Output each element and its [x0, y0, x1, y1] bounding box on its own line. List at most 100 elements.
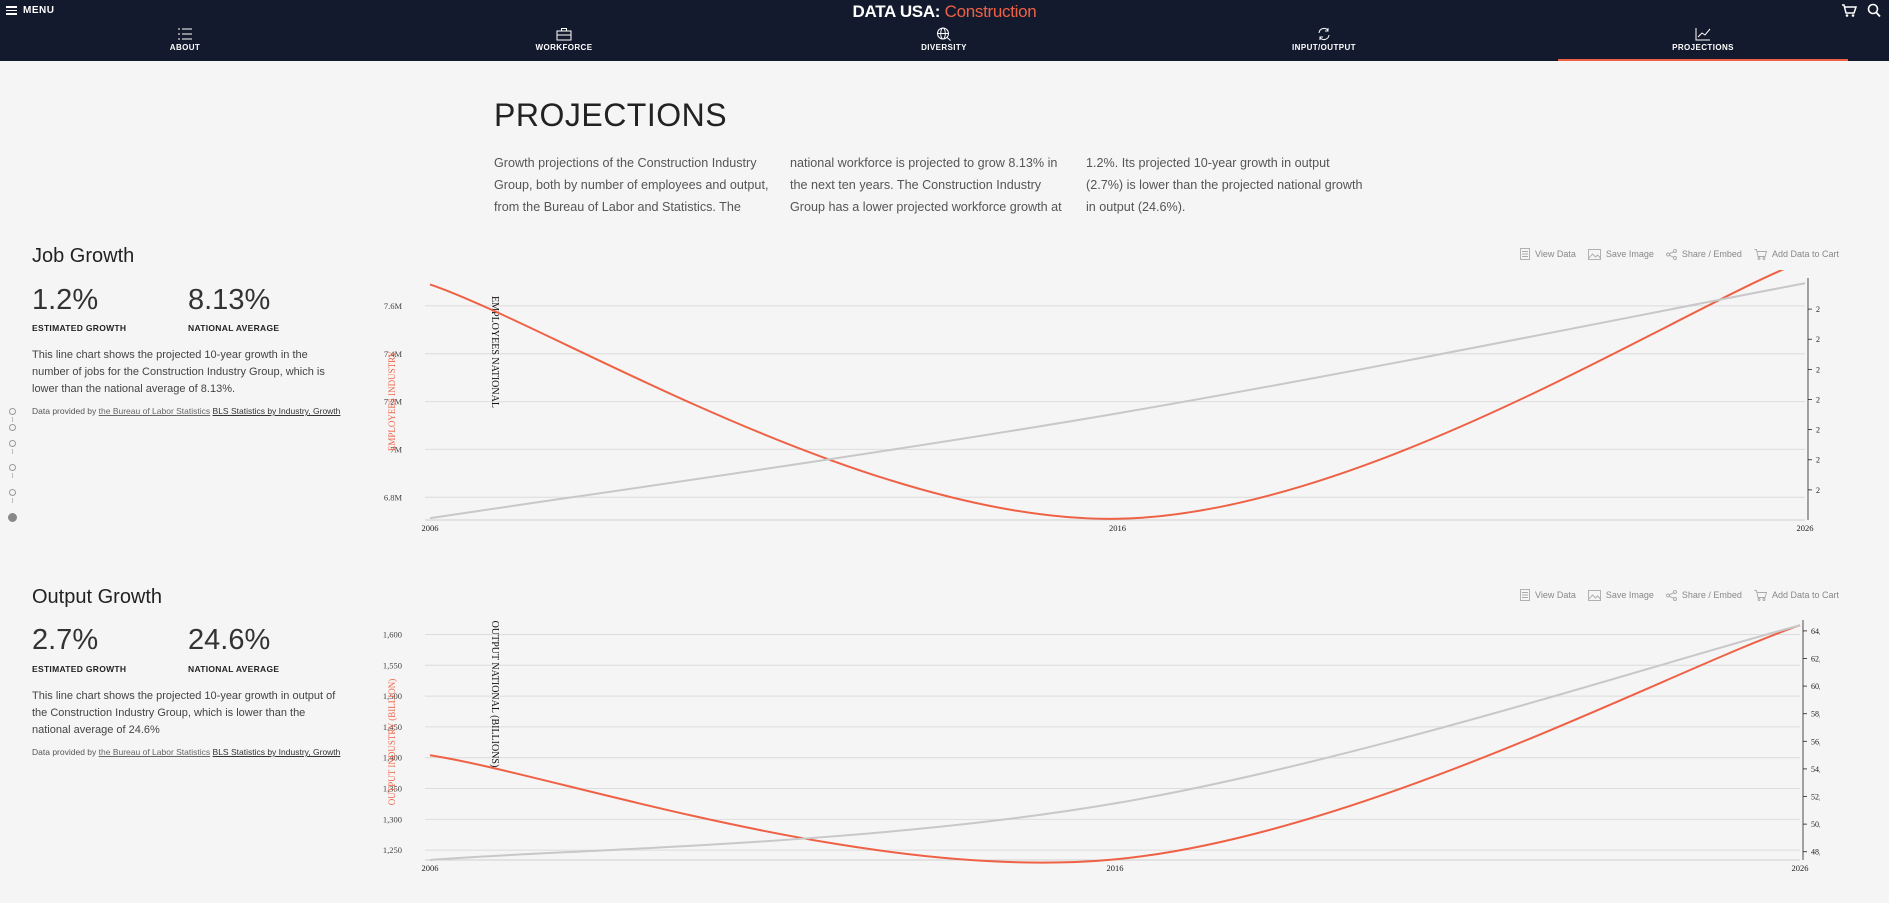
list-icon: [178, 28, 192, 40]
y-right-tick-label: 60,000: [1811, 682, 1820, 691]
share-embed-button[interactable]: Share / Embed: [1665, 248, 1742, 260]
tab-about-label: ABOUT: [169, 43, 201, 52]
tab-diversity[interactable]: DIVERSITY: [799, 26, 1089, 61]
source-prefix: Data provided by: [32, 747, 97, 757]
menu-label: MENU: [23, 5, 55, 16]
y-right-tick-label: 275M: [1816, 335, 1820, 344]
save-image-label: Save Image: [1605, 249, 1654, 259]
tab-workforce-label: WORKFORCE: [535, 43, 593, 52]
view-data-button[interactable]: View Data: [1520, 248, 1576, 260]
y-right-tick-label: 52,000: [1811, 793, 1820, 802]
x-tick-label: 2026: [1792, 863, 1809, 873]
dot-divider: [12, 498, 13, 503]
y-left-tick-label: 1,300: [383, 814, 402, 824]
share-embed-label: Share / Embed: [1681, 590, 1742, 600]
briefcase-icon: [556, 28, 572, 41]
y-right-tick-label: 54,000: [1811, 765, 1820, 774]
cart-add-icon: [1754, 249, 1767, 260]
tab-workforce[interactable]: WORKFORCE: [419, 26, 709, 61]
y-left-tick-label: 1,600: [383, 629, 402, 639]
view-data-button[interactable]: View Data: [1520, 589, 1576, 601]
source-org-link[interactable]: the Bureau of Labor Statistics: [99, 406, 211, 416]
section-dot-input-output[interactable]: [9, 464, 16, 471]
add-to-cart-button[interactable]: Add Data to Cart: [1754, 589, 1839, 601]
source-prefix: Data provided by: [32, 406, 97, 416]
y-right-tick-label: 62,000: [1811, 655, 1820, 664]
y-left-axis-title: EMPLOYEES INDUSTRY: [387, 350, 397, 451]
job-growth-description: This line chart shows the projected 10-y…: [32, 349, 325, 395]
share-embed-button[interactable]: Share / Embed: [1665, 589, 1742, 601]
save-image-button[interactable]: Save Image: [1587, 248, 1654, 260]
job-growth-title: Job Growth: [32, 245, 135, 267]
y-right-tick-label: 270M: [1816, 365, 1820, 374]
y-right-tick-label: 260M: [1816, 426, 1820, 435]
section-dot-projections[interactable]: [8, 513, 17, 522]
source-dataset-link[interactable]: BLS Statistics by Industry, Growth: [213, 747, 341, 757]
share-icon: [1665, 589, 1677, 601]
y-right-tick-label: 58,000: [1811, 710, 1820, 719]
output-growth-title: Output Growth: [32, 586, 163, 608]
series-line-industry: [429, 624, 1801, 864]
job-growth-toolbar: View Data Save Image Share / Embed Add D…: [1520, 248, 1839, 260]
x-tick-label: 2016: [1107, 863, 1124, 873]
menu-button[interactable]: MENU: [6, 5, 54, 16]
tab-about[interactable]: ABOUT: [40, 26, 330, 61]
y-left-tick-label: 6.8M: [384, 492, 403, 502]
share-embed-label: Share / Embed: [1681, 249, 1742, 259]
job-growth-estimated-label: ESTIMATED GROWTH: [32, 323, 127, 333]
hamburger-icon: [6, 6, 17, 15]
series-line-national: [429, 282, 1806, 520]
y-right-tick-label: 265M: [1816, 395, 1820, 404]
dot-divider: [12, 473, 13, 478]
search-icon[interactable]: [1867, 3, 1881, 18]
source-dataset-link[interactable]: BLS Statistics by Industry, Growth: [213, 406, 341, 416]
section-dot-diversity[interactable]: [9, 440, 16, 447]
brand-main: DATA USA:: [852, 2, 941, 21]
output-growth-estimated-value: 2.7%: [32, 624, 99, 656]
y-right-tick-label: 56,000: [1811, 737, 1820, 746]
source-org-link[interactable]: the Bureau of Labor Statistics: [99, 747, 211, 757]
job-growth-estimated-value: 1.2%: [32, 284, 99, 316]
y-right-tick-label: 48,000: [1811, 848, 1820, 857]
series-line-national: [429, 624, 1801, 861]
add-to-cart-button[interactable]: Add Data to Cart: [1754, 248, 1839, 260]
add-to-cart-label: Add Data to Cart: [1771, 590, 1839, 600]
output-growth-national-value: 24.6%: [188, 624, 271, 656]
job-growth-chart: 6.8M7M7.2M7.4M7.6M250M255M260M265M270M27…: [384, 270, 1820, 533]
add-to-cart-label: Add Data to Cart: [1771, 249, 1839, 259]
output-growth-chart: 1,2501,3001,3501,4001,4501,5001,5501,600…: [383, 620, 1820, 873]
section-tabs: ABOUT WORKFORCE DIVERSITY INPUT/OUTPUT P…: [0, 26, 1889, 61]
line-chart-icon: [1695, 28, 1711, 41]
tab-projections-label: PROJECTIONS: [1672, 43, 1734, 52]
output-growth-estimated-label: ESTIMATED GROWTH: [32, 664, 127, 674]
tab-diversity-label: DIVERSITY: [921, 43, 967, 52]
share-icon: [1665, 248, 1677, 260]
y-right-tick-label: 64,000: [1811, 627, 1820, 636]
y-right-tick-label: 280M: [1816, 305, 1820, 314]
document-icon: [1520, 589, 1530, 601]
cycle-arrows-icon: [1318, 27, 1330, 41]
cart-add-icon: [1754, 590, 1767, 601]
top-navigation-bar: MENU DATA USA: Construction ABOUT WORKFO…: [0, 0, 1889, 61]
output-growth-description: This line chart shows the projected 10-y…: [32, 690, 336, 736]
section-dot-workforce[interactable]: [9, 424, 16, 431]
dot-divider: [12, 417, 13, 422]
section-dot-about[interactable]: [9, 408, 16, 415]
save-image-button[interactable]: Save Image: [1587, 589, 1654, 601]
tab-input-output[interactable]: INPUT/OUTPUT: [1179, 26, 1469, 61]
section-dot-employment[interactable]: [9, 489, 16, 496]
output-growth-national-label: NATIONAL AVERAGE: [188, 664, 280, 674]
job-growth-national-value: 8.13%: [188, 284, 271, 316]
y-right-tick-label: 255M: [1816, 456, 1820, 465]
view-data-label: View Data: [1535, 590, 1576, 600]
tab-projections[interactable]: PROJECTIONS: [1558, 26, 1848, 61]
y-left-tick-label: 7.6M: [384, 301, 403, 311]
y-right-tick-label: 50,000: [1811, 820, 1820, 829]
cart-icon[interactable]: [1841, 3, 1857, 18]
series-line-industry: [429, 270, 1785, 520]
image-icon: [1587, 248, 1601, 260]
y-left-axis-title: OUTPUT INDUSTRY (BILLION): [387, 679, 397, 806]
site-brand: DATA USA: Construction: [0, 2, 1889, 22]
view-data-label: View Data: [1535, 249, 1576, 259]
x-tick-label: 2026: [1797, 523, 1814, 533]
